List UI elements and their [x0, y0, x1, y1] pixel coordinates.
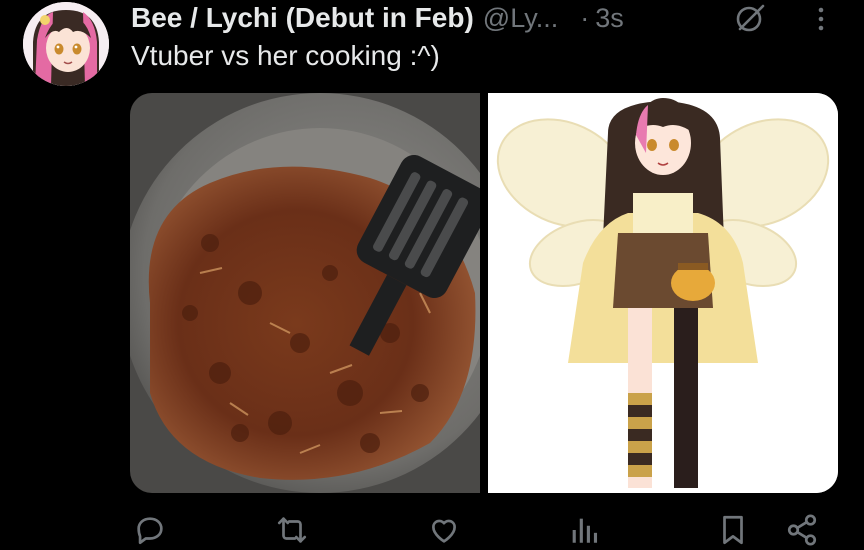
share-icon[interactable] [784, 512, 820, 548]
author-handle[interactable]: @Ly... [483, 3, 558, 34]
views-icon[interactable] [566, 512, 602, 548]
like-icon[interactable] [426, 512, 462, 548]
tweet-actions [130, 510, 840, 550]
avatar[interactable] [23, 2, 109, 86]
bookmark-icon[interactable] [715, 512, 751, 548]
tweet-text: Vtuber vs her cooking :^) [131, 40, 440, 71]
timestamp[interactable]: 3s [595, 3, 624, 34]
cooking-photo[interactable] [130, 93, 520, 493]
vtuber-model-art[interactable] [488, 93, 838, 493]
retweet-icon[interactable] [274, 512, 310, 548]
grok-icon[interactable] [734, 3, 766, 33]
separator-dot: · [580, 2, 590, 33]
more-options-icon[interactable] [806, 4, 836, 34]
reply-icon[interactable] [132, 512, 168, 548]
media-grid [130, 93, 838, 493]
author-name[interactable]: Bee / Lychi (Debut in Feb) [131, 2, 474, 34]
